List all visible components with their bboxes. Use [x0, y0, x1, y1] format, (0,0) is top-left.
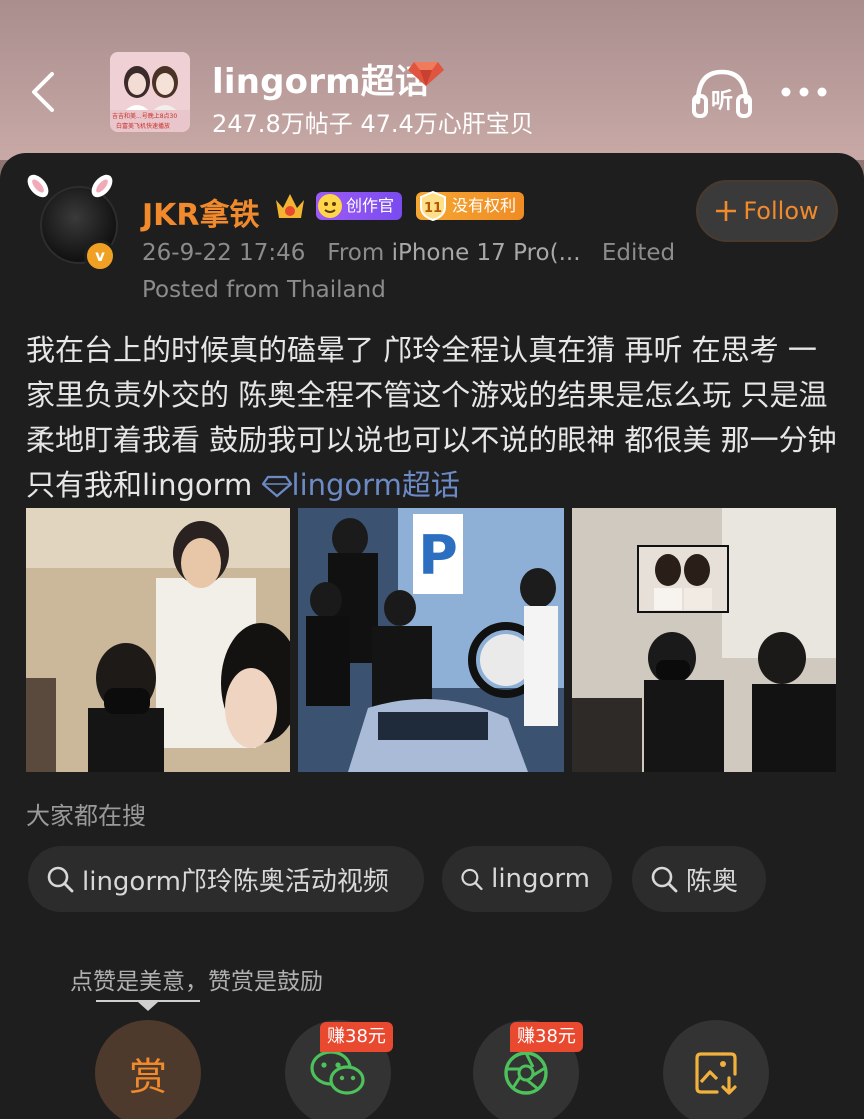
diamond-icon: [261, 475, 293, 498]
topic-thumbnail[interactable]: 吉吉和美...号晚上8点30 白富美飞机快速播放: [110, 52, 190, 132]
reward-tip: 点赞是美意，赞赏是鼓励: [70, 969, 323, 995]
plus-icon: [716, 201, 737, 221]
post-source[interactable]: iPhone 17 Pro(...: [392, 240, 581, 266]
image-download-icon: [695, 1052, 737, 1095]
bunny-ears-icon: [27, 174, 113, 198]
more-button[interactable]: [778, 82, 830, 102]
more-dots-icon: [781, 87, 827, 97]
post-photo-1[interactable]: [26, 508, 290, 772]
search-chip[interactable]: lingorm邝玲陈奥活动视频: [28, 846, 424, 912]
search-chip-label: lingorm: [491, 864, 590, 894]
follow-label: Follow: [743, 197, 819, 225]
earn-badge: 赚38元: [320, 1022, 393, 1052]
search-icon: [47, 866, 74, 893]
rights-badge-label: 没有权利: [452, 196, 517, 215]
post-location: Posted from Thailand: [142, 277, 386, 303]
rights-badge-level: 11: [423, 201, 443, 216]
photo-2-image: P: [298, 508, 564, 772]
search-heading: 大家都在搜: [26, 802, 146, 830]
listen-button[interactable]: 听: [690, 66, 754, 120]
topic-link[interactable]: lingorm超话: [261, 468, 460, 502]
search-icon: [651, 866, 678, 893]
edited-label[interactable]: Edited: [602, 240, 675, 266]
level-shield-icon: 11: [418, 190, 448, 222]
post-photo-3[interactable]: [572, 508, 836, 772]
search-icon: [461, 868, 483, 891]
username[interactable]: JKR拿铁: [142, 190, 260, 234]
topic-link-label: lingorm超话: [291, 468, 460, 502]
moments-aperture-icon: [504, 1051, 548, 1095]
crown-icon: [272, 190, 308, 222]
tip-pointer: [138, 1002, 158, 1011]
follow-button[interactable]: Follow: [696, 180, 838, 242]
search-chip-label: 陈奥: [686, 866, 739, 897]
svg-text:P: P: [418, 524, 458, 587]
verified-badge-icon: v: [84, 240, 116, 272]
wechat-icon: [310, 1050, 365, 1095]
search-chip[interactable]: 陈奥: [632, 846, 766, 912]
earn-badge: 赚38元: [510, 1022, 583, 1052]
save-image-button[interactable]: [663, 1020, 769, 1119]
source-prefix: From: [327, 240, 385, 266]
search-chip[interactable]: lingorm: [442, 846, 612, 912]
back-button[interactable]: [26, 70, 62, 114]
reward-button[interactable]: 赏: [95, 1020, 201, 1119]
rights-badge[interactable]: 11 没有权利: [416, 190, 525, 222]
creator-badge-icon: [314, 188, 346, 222]
post-timestamp: 26-9-22 17:46: [142, 240, 306, 266]
svg-text:听: 听: [711, 89, 733, 114]
photo-3-image: [572, 508, 836, 772]
creator-badge[interactable]: 创作官: [316, 192, 403, 220]
reward-label: 赏: [128, 1054, 167, 1099]
post-photo-2[interactable]: P: [298, 508, 564, 772]
photo-1-image: [26, 508, 290, 772]
headphones-icon: 听: [692, 69, 752, 118]
post-body: 我在台上的时候真的磕晕了 邝玲全程认真在猜 再听 在思考 一家里负责外交的 陈奥…: [26, 328, 842, 508]
topic-thumbnail-image: [110, 52, 190, 132]
post-meta: 26-9-22 17:46 From iPhone 17 Pro(... Edi…: [142, 240, 675, 266]
topic-stats: 247.8万帖子 47.4万心肝宝贝: [212, 110, 534, 138]
search-chip-label: lingorm邝玲陈奥活动视频: [82, 866, 389, 897]
topic-title[interactable]: lingorm超话: [212, 54, 429, 103]
chevron-left-icon: [32, 72, 54, 112]
creator-badge-label: 创作官: [346, 196, 395, 215]
topic-thumbnail-banner: 吉吉和美...号晚上8点30: [112, 113, 178, 120]
gem-icon: [408, 58, 446, 88]
topic-thumbnail-sub: 白富美飞机快速播放: [116, 123, 171, 130]
